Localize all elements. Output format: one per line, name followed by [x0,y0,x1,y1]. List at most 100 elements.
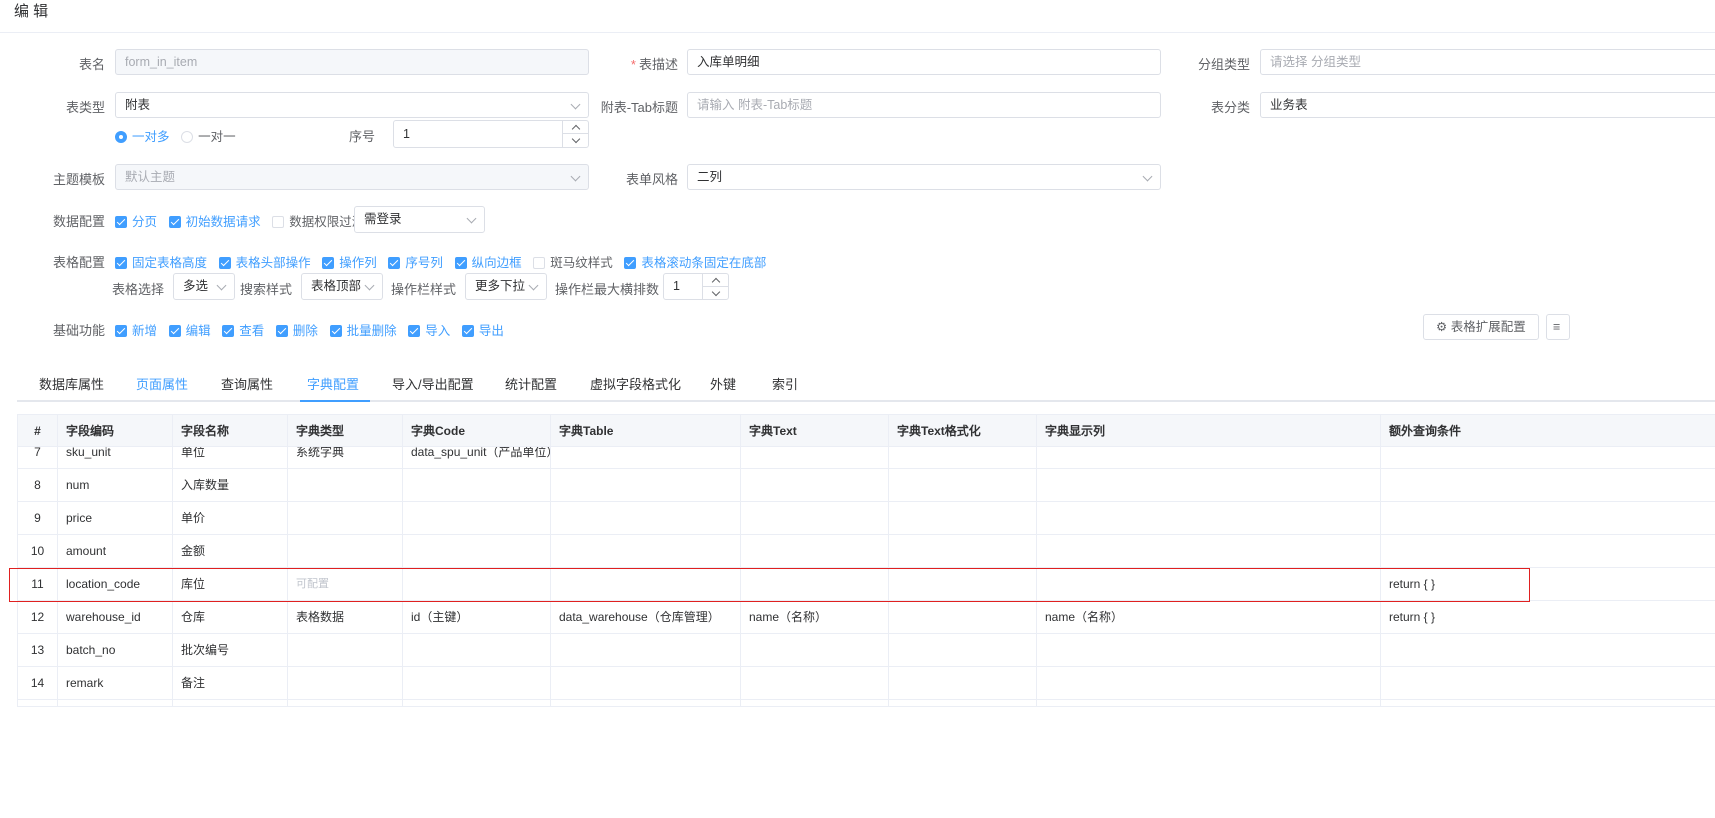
table-cell[interactable] [288,634,403,666]
tab-db-attributes[interactable]: 数据库属性 [39,368,104,400]
table-cell: 13 [18,634,58,666]
checkbox-vertical-border[interactable]: 纵向边框 [454,252,522,271]
tab-foreign-key[interactable]: 外键 [710,368,736,400]
table-cell[interactable] [288,667,403,699]
table-cell: 12 [18,601,58,633]
table-category-label: 表分类 [1210,100,1250,115]
table-type-select[interactable]: 附表 [115,92,589,118]
table-cell[interactable]: 可配置 [288,568,403,600]
checkbox-initial-request[interactable]: 初始数据请求 [168,211,261,230]
table-cell: 7 [18,447,58,468]
table-row[interactable]: 8 num 入库数量 [18,469,1715,502]
column-header: 字段名称 [173,415,288,447]
checkbox-add[interactable]: 新增 [115,320,157,339]
checkbox-import[interactable]: 导入 [408,320,450,339]
checkbox-delete[interactable]: 删除 [275,320,318,339]
form-style-select[interactable]: 二列 [687,164,1161,190]
checkbox-index-column[interactable]: 序号列 [388,252,443,271]
tab-page-attributes[interactable]: 页面属性 [136,368,188,400]
checkbox-fixed-height[interactable]: 固定表格高度 [115,252,207,271]
tab-virtual-format[interactable]: 虚拟字段格式化 [590,368,681,400]
table-desc-input[interactable]: 入库单明细 [687,49,1161,75]
checkbox-paging[interactable]: 分页 [115,211,157,230]
column-header: 额外查询条件 [1381,415,1715,447]
table-row[interactable] [18,700,1715,706]
table-cell[interactable] [288,469,403,501]
table-row[interactable]: 14 remark 备注 [18,667,1715,700]
table-cell [1037,535,1381,567]
checkbox-icon [218,257,231,269]
table-cell [1381,502,1715,534]
table-row[interactable]: 13 batch_no 批次编号 [18,634,1715,667]
tab-statistics[interactable]: 统计配置 [505,368,557,400]
checkbox-export[interactable]: 导出 [461,320,504,339]
decrease-button[interactable] [703,287,728,300]
stepper-buttons [702,274,728,299]
tab-index[interactable]: 索引 [772,368,798,400]
increase-button[interactable] [703,274,728,287]
checkbox-data-permission[interactable]: 数据权限过滤 [272,211,364,230]
checkbox-icon [624,257,637,269]
theme-value: 默认主题 [125,170,176,184]
search-style-dropdown[interactable]: 表格顶部 [301,273,383,300]
table-cell[interactable]: 系统字典 [288,447,403,468]
table-cell [551,535,741,567]
table-cell [889,469,1037,501]
search-style-value: 表格顶部 [311,279,362,293]
tab-query-attributes[interactable]: 查询属性 [221,368,273,400]
action-max-stepper[interactable]: 1 [663,273,729,300]
table-cell: warehouse_id [58,601,173,633]
sub-tab-title-placeholder: 请输入 附表-Tab标题 [697,98,813,112]
checkbox-label: 固定表格高度 [132,256,208,270]
theme-select[interactable]: 默认主题 [115,164,589,190]
chevron-up-icon [571,124,581,134]
table-cell: 14 [18,667,58,699]
table-row[interactable]: 7 sku_unit 单位 系统字典 data_spu_unit（产品单位） [18,447,1715,469]
table-desc-label-text: 表描述 [638,57,678,72]
table-row[interactable]: 10 amount 金额 [18,535,1715,568]
table-category-select[interactable]: 业务表 [1260,92,1715,118]
table-cell [551,469,741,501]
group-type-select[interactable]: 请选择 分组类型 [1260,49,1715,75]
checkbox-sticky-scrollbar[interactable]: 表格滚动条固定在底部 [624,252,766,271]
checkbox-edit[interactable]: 编辑 [168,320,211,339]
table-cell[interactable] [288,700,403,706]
table-cell[interactable] [288,535,403,567]
login-required-select[interactable]: 需登录 [354,206,485,233]
table-ext-config-button[interactable]: ⚙ 表格扩展配置 [1423,314,1539,340]
more-config-button[interactable]: ≡ [1546,314,1570,340]
tab-import-export[interactable]: 导入/导出配置 [392,368,474,400]
action-style-label: 操作栏样式 [391,282,457,297]
table-cell: sku_unit [58,447,173,468]
sub-tab-title-input[interactable]: 请输入 附表-Tab标题 [687,92,1161,118]
table-name-input[interactable]: form_in_item [115,49,589,75]
table-row[interactable]: 11 location_code 库位 可配置 return { } [18,568,1715,601]
table-row[interactable]: 9 price 单价 [18,502,1715,535]
increase-button[interactable] [563,121,588,134]
table-row[interactable]: 12 warehouse_id 仓库 表格数据 id（主键） data_warehouse… [18,601,1715,634]
table-cell [403,700,551,706]
table-select-dropdown[interactable]: 多选 [173,273,235,300]
radio-one-to-one[interactable]: 一对一 [181,126,236,145]
table-cell [1381,634,1715,666]
radio-one-to-many[interactable]: 一对多 [115,126,170,145]
checkbox-header-actions[interactable]: 表格头部操作 [218,252,311,271]
checkbox-action-column[interactable]: 操作列 [322,252,377,271]
seq-stepper[interactable]: 1 [393,120,589,148]
table-cell: 库位 [173,568,288,600]
table-cell[interactable]: 表格数据 [288,601,403,633]
checkbox-batch-delete[interactable]: 批量删除 [329,320,397,339]
table-cell [1037,447,1381,468]
checkbox-label: 表格滚动条固定在底部 [641,256,767,270]
checkbox-label: 导出 [478,324,504,338]
checkbox-label: 导入 [425,324,451,338]
table-select-label: 表格选择 [112,282,165,297]
table-cell[interactable] [288,502,403,534]
decrease-button[interactable] [563,134,588,147]
tab-dict-config[interactable]: 字典配置 [307,368,359,400]
table-cell: location_code [58,568,173,600]
action-style-dropdown[interactable]: 更多下拉 [465,273,547,300]
gear-icon: ⚙ [1436,320,1448,334]
checkbox-stripe[interactable]: 斑马纹样式 [533,252,613,271]
checkbox-view[interactable]: 查看 [222,320,264,339]
